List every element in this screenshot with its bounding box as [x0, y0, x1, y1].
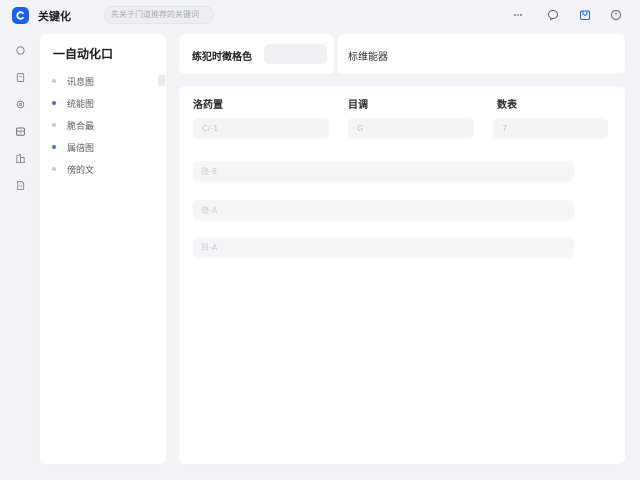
help-icon[interactable] [609, 8, 623, 22]
filter-label: 练犯时徵格色 [192, 52, 252, 63]
list-row[interactable]: 隐-8 [193, 161, 574, 182]
sidebar-item[interactable]: 统能图 [52, 92, 94, 114]
app-title: 关键化 [38, 10, 71, 23]
top-bar: 关键化 先关于门道推荐的关键词 [0, 0, 640, 32]
settings-label[interactable]: 标维能器 [348, 48, 388, 63]
building-icon[interactable] [13, 151, 27, 165]
sidebar-list: 讯息图 统能图 脆合最 属倍图 傍的文 [52, 70, 94, 180]
sidebar-item-label: 讯息图 [67, 77, 95, 88]
archive-icon[interactable] [13, 124, 27, 138]
sidebar-dot [52, 101, 56, 105]
app-logo-icon[interactable] [12, 7, 29, 24]
sidebar-dot [52, 79, 56, 83]
more-icon[interactable] [511, 8, 525, 22]
field-input[interactable]: G [348, 118, 474, 139]
sidebar-title: 一自动化口 [53, 47, 114, 61]
file-icon[interactable] [13, 178, 27, 192]
home-icon[interactable] [13, 43, 27, 57]
main-panel: 洛药置 目调 数表 C/-1 G 7 隐-8 隐-A 目-A [179, 86, 625, 464]
sidebar-item-label: 统能图 [67, 99, 95, 110]
column-label: 目调 [348, 100, 368, 111]
field-input[interactable]: C/-1 [193, 118, 329, 139]
doc-icon[interactable] [13, 70, 27, 84]
sidebar-item-label: 傍的文 [67, 165, 95, 176]
sidebar-panel: 一自动化口 讯息图 统能图 脆合最 属倍图 傍的文 [40, 34, 166, 464]
header-card-settings: 标维能器 [337, 34, 625, 74]
sidebar-dot [52, 123, 56, 127]
column-label: 洛药置 [193, 100, 223, 111]
header-card-filter: 练犯时徵格色 [179, 34, 334, 74]
chat-icon[interactable] [546, 8, 560, 22]
sidebar-dot [52, 145, 56, 149]
field-input[interactable]: 7 [493, 118, 608, 139]
sidebar-scrollbar[interactable] [158, 75, 165, 86]
sidebar-item[interactable]: 讯息图 [52, 70, 94, 92]
sidebar-item-label: 脆合最 [67, 121, 95, 132]
gear-icon[interactable] [13, 97, 27, 111]
filter-input[interactable] [264, 44, 327, 64]
search-input[interactable]: 先关于门道推荐的关键词 [104, 6, 214, 24]
column-label: 数表 [497, 100, 517, 111]
list-row[interactable]: 隐-A [193, 200, 574, 221]
inbox-icon[interactable] [578, 8, 592, 22]
sidebar-item[interactable]: 傍的文 [52, 158, 94, 180]
sidebar-item-label: 属倍图 [67, 143, 95, 154]
sidebar-item[interactable]: 属倍图 [52, 136, 94, 158]
sidebar-item[interactable]: 脆合最 [52, 114, 94, 136]
list-row[interactable]: 目-A [193, 237, 574, 258]
sidebar-dot [52, 167, 56, 171]
